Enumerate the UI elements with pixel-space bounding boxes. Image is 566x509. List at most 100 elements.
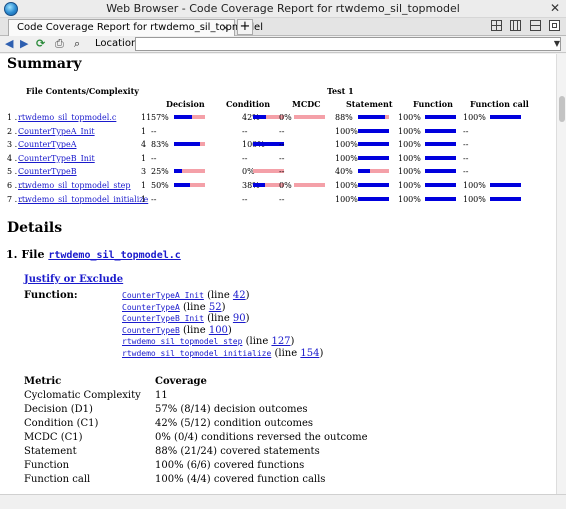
metric-coverage: 42% (5/12) condition outcomes: [155, 418, 313, 429]
file-function-link[interactable]: CounterTypeA_Init: [18, 127, 95, 136]
function-name-link[interactable]: CounterTypeB: [122, 326, 180, 335]
metric-name: MCDC (C1): [24, 432, 83, 443]
col-function: Function: [413, 99, 453, 109]
location-dropdown-icon[interactable]: ▼: [554, 39, 560, 48]
function-bar-covered: [425, 142, 456, 147]
function-list-item: rtwdemo_sil_topmodel_step (line 127): [122, 336, 323, 348]
line-number-link[interactable]: 100: [209, 325, 228, 336]
tile-rows-icon[interactable]: [529, 20, 541, 31]
file-function-link[interactable]: CounterTypeB_Init: [18, 154, 95, 163]
line-number-link[interactable]: 42: [233, 290, 246, 301]
decision-bar: [174, 183, 205, 187]
complexity-value: 11: [141, 113, 152, 122]
statement-bar-covered: [358, 142, 389, 147]
function-bar: [425, 115, 456, 119]
function-call-value: 100%: [463, 113, 486, 122]
function-value: 100%: [398, 181, 421, 190]
condition-bar-covered: [253, 183, 265, 187]
statement-value: 100%: [335, 126, 358, 136]
forward-arrow-icon[interactable]: ▶: [20, 37, 28, 51]
line-number-link[interactable]: 52: [209, 302, 222, 313]
metric-name: Decision (D1): [24, 404, 93, 415]
function-list-item: CounterTypeB (line 100): [122, 325, 323, 337]
mcdc-value: --: [279, 153, 285, 163]
statement-value: 100%: [335, 194, 358, 204]
file-function-link[interactable]: CounterTypeA: [18, 140, 77, 149]
line-prefix: (line: [207, 313, 230, 324]
horizontal-scrollbar[interactable]: [0, 494, 566, 509]
statement-bar: [358, 115, 389, 119]
file-function-link[interactable]: rtwdemo_sil_topmodel_step: [18, 181, 131, 190]
details-heading: Details: [7, 220, 63, 236]
metric-name: Function: [24, 460, 70, 471]
function-value: 100%: [398, 126, 421, 136]
statement-value: 100%: [335, 153, 358, 163]
function-name-link[interactable]: CounterTypeB_Init: [122, 314, 204, 323]
decision-bar-covered: [174, 183, 190, 187]
complexity-value: 4: [141, 140, 147, 150]
binoculars-icon[interactable]: ⌕: [74, 37, 80, 51]
function-bar-covered: [425, 169, 456, 174]
statement-bar-covered: [358, 196, 389, 201]
function-bar: [425, 196, 456, 201]
function-name-link[interactable]: CounterTypeA: [122, 303, 180, 312]
function-name-link[interactable]: rtwdemo_sil_topmodel_initialize: [122, 349, 271, 358]
statement-bar-uncovered: [385, 115, 389, 119]
statement-value: 88%: [335, 113, 353, 122]
new-tab-button[interactable]: +: [237, 19, 253, 35]
line-number-link[interactable]: 90: [233, 313, 246, 324]
complexity-value: 1: [141, 126, 147, 136]
decision-bar-uncovered: [182, 169, 205, 174]
decision-bar-covered: [174, 142, 200, 147]
file-function-link[interactable]: rtwdemo_sil_topmodel_initialize: [18, 195, 148, 204]
row-number: 1 .: [7, 113, 18, 122]
statement-bar-uncovered: [370, 169, 389, 174]
justify-or-exclude-link[interactable]: Justify or Exclude: [24, 274, 123, 285]
function-name-link[interactable]: rtwdemo_sil_topmodel_step: [122, 337, 242, 346]
window-title: Web Browser - Code Coverage Report for r…: [106, 2, 460, 15]
print-icon[interactable]: ⎙: [55, 37, 64, 51]
vertical-scrollbar-thumb[interactable]: [559, 96, 565, 122]
file-function-link[interactable]: rtwdemo_sil_topmodel.c: [18, 113, 116, 122]
location-label: Location:: [95, 38, 141, 49]
tile-grid-icon[interactable]: [490, 20, 502, 31]
line-number-link[interactable]: 154: [300, 348, 319, 359]
line-number-link[interactable]: 127: [271, 336, 290, 347]
tab-coverage-report[interactable]: Code Coverage Report for rtwdemo_sil_top…: [8, 19, 263, 36]
file-link[interactable]: rtwdemo_sil_topmodel.c: [48, 250, 180, 261]
table-row: 2 . . . CounterTypeA_Init 1 -- -- -- 100% 100% -…: [0, 126, 556, 139]
statement-value: 40%: [335, 167, 353, 177]
function-call-bar-covered: [490, 196, 521, 201]
function-call-bar: [490, 115, 521, 119]
tile-columns-icon[interactable]: [510, 20, 521, 31]
tab-close-icon[interactable]: ×: [221, 21, 230, 34]
statement-bar: [358, 196, 389, 201]
statement-value: 100%: [335, 140, 358, 150]
mcdc-bar-uncovered: [294, 183, 325, 187]
statement-bar: [358, 128, 389, 133]
statement-bar: [358, 142, 389, 147]
metric-coverage: 0% (0/4) conditions reversed the outcome: [155, 432, 368, 443]
layout-toolbar: [486, 20, 560, 34]
refresh-icon[interactable]: ⟳: [36, 37, 45, 51]
file-function-link[interactable]: CounterTypeB: [18, 167, 77, 176]
condition-value: --: [242, 126, 248, 136]
window-close-icon[interactable]: ✕: [550, 1, 560, 15]
complexity-value: 1: [141, 181, 147, 190]
maximize-tab-icon[interactable]: [549, 20, 560, 31]
condition-bar-covered: [253, 115, 266, 119]
function-label: Function:: [24, 290, 78, 301]
decision-bar: [174, 115, 205, 119]
condition-value: --: [242, 153, 248, 163]
col-condition: Condition: [226, 99, 271, 109]
function-list: CounterTypeA_Init (line 42) CounterTypeA …: [122, 290, 323, 359]
function-name-link[interactable]: CounterTypeA_Init: [122, 291, 204, 300]
mcdc-bar: [294, 115, 325, 119]
function-call-bar-covered: [490, 183, 521, 187]
metric-name: Statement: [24, 446, 77, 457]
location-input[interactable]: [135, 37, 561, 51]
mcdc-value: 0%: [279, 181, 292, 190]
vertical-scrollbar[interactable]: [556, 54, 566, 494]
decision-value: 50%: [151, 181, 169, 190]
back-arrow-icon[interactable]: ◀: [5, 37, 13, 51]
